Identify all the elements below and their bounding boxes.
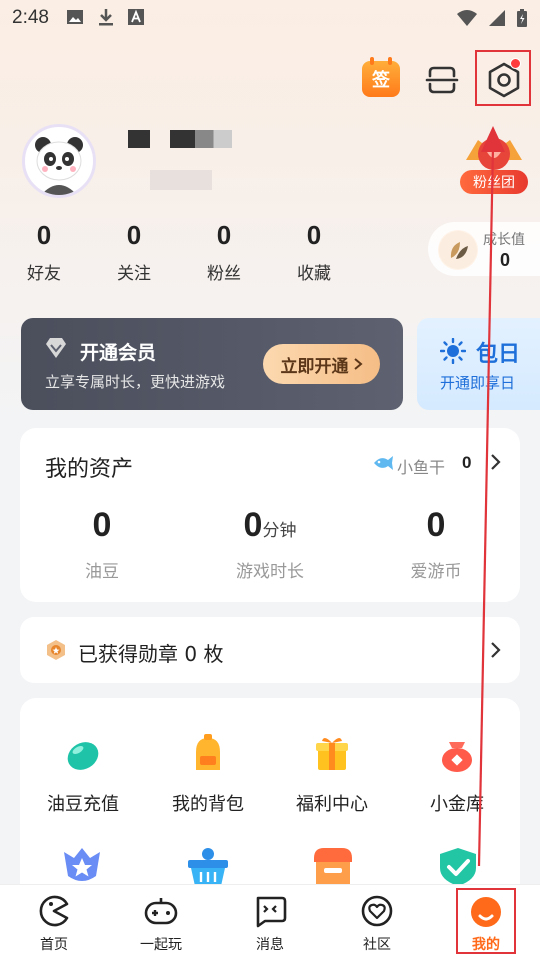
chevron-right-icon[interactable] [488,640,502,660]
stat-following[interactable]: 0 关注 [104,220,164,284]
dried-fish-value: 0 [462,453,472,472]
open-vip-label: 立即开通 [280,356,349,377]
package-subtitle: 开通即享日 [440,374,516,392]
annotation-highlight-mine-tab [456,888,516,954]
medal-icon [47,640,65,660]
nav-community[interactable]: 社区 [337,894,417,954]
status-notifications [66,8,144,26]
sun-icon [440,338,466,364]
username-redacted [128,130,150,148]
stat-value: 0 [306,220,322,250]
wifi-icon [457,10,477,26]
basket-icon[interactable] [185,846,231,886]
stat-fans[interactable]: 0 粉丝 [194,220,254,284]
font-a-icon [128,9,144,25]
download-icon [99,9,113,26]
stat-label: 好友 [27,264,61,284]
asset-ai-coins[interactable]: 0 爱游币 [356,506,516,582]
grid-item-welfare-center[interactable]: 福利中心 [272,732,392,816]
backpack-icon [196,734,220,770]
stat-label: 关注 [117,264,151,284]
panda-avatar-icon [35,137,83,195]
chevron-right-icon[interactable] [488,452,502,472]
dried-fish-label[interactable]: 小鱼干 [397,454,445,478]
battery-charging-icon [517,9,527,27]
user-id-redacted [150,170,212,190]
asset-oil-beans[interactable]: 0 油豆 [22,506,182,582]
asset-value: 0 [426,506,446,544]
username-redacted [170,130,232,148]
grid-item-label: 小金库 [430,794,484,815]
status-time: 2:48 [12,7,49,28]
money-bag-icon [442,742,472,772]
annotation-highlight-settings [475,50,531,106]
image-notification-icon [67,10,83,24]
stat-favorites[interactable]: 0 收藏 [284,220,344,284]
dried-fish-icon [374,456,393,470]
gift-icon [316,737,348,770]
package-title: 包日 [476,342,521,367]
daily-sign-in-button[interactable]: 签 [362,57,400,97]
grid-item-small-treasury[interactable]: 小金库 [397,732,517,816]
fan-club-label[interactable]: 粉丝团 [460,170,528,194]
signal-icon [489,10,505,26]
grid-item-backpack[interactable]: 我的背包 [148,732,268,816]
check-shield-icon[interactable] [436,846,480,886]
nav-label: 一起玩 [140,937,182,953]
scan-icon[interactable] [424,62,460,98]
star-shield-icon[interactable] [60,846,104,886]
nav-messages[interactable]: 消息 [230,894,310,954]
stat-label: 粉丝 [207,264,241,284]
asset-label: 游戏时长 [236,562,304,582]
asset-value: 0 [92,506,112,544]
home-pacman-icon [39,895,69,927]
asset-label: 油豆 [85,562,119,582]
nav-label: 首页 [40,937,68,953]
community-heart-icon [361,895,393,927]
nav-label: 社区 [363,937,391,953]
nav-play-together[interactable]: 一起玩 [121,894,201,954]
growth-value: 0 [500,250,511,270]
stat-friends[interactable]: 0 好友 [14,220,74,284]
nav-label: 消息 [256,937,284,953]
leaf-icon [438,230,478,270]
asset-value: 0 [243,506,263,544]
shop-icon[interactable] [310,846,356,886]
stat-value: 0 [216,220,232,250]
asset-unit: 分钟 [262,521,297,540]
vip-subtitle: 立享专属时长，更快进游戏 [45,373,226,391]
stat-value: 0 [36,220,52,250]
chevron-right-icon [353,358,363,370]
grid-item-label: 油豆充值 [47,794,119,815]
asset-game-time[interactable]: 0分钟 游戏时长 [190,506,350,582]
medal-text: 已获得勋章 0 枚 [78,642,224,666]
stat-value: 0 [126,220,142,250]
sign-in-label: 签 [372,70,390,91]
grid-item-label: 我的背包 [172,794,244,815]
gamepad-icon [144,898,178,925]
stat-label: 收藏 [297,264,331,284]
growth-label: 成长值 [483,232,525,248]
open-vip-button[interactable]: 立即开通 [263,344,380,384]
grid-item-bean-recharge[interactable]: 油豆充值 [23,732,143,816]
message-icon [256,896,287,928]
nav-home[interactable]: 首页 [14,894,94,954]
bean-icon [67,742,99,770]
assets-title: 我的资产 [45,457,134,482]
vip-title: 开通会员 [80,342,157,364]
asset-label: 爱游币 [410,562,462,582]
avatar[interactable] [22,124,96,198]
status-system-icons [456,8,528,28]
diamond-icon [46,338,66,358]
grid-item-label: 福利中心 [296,794,368,815]
